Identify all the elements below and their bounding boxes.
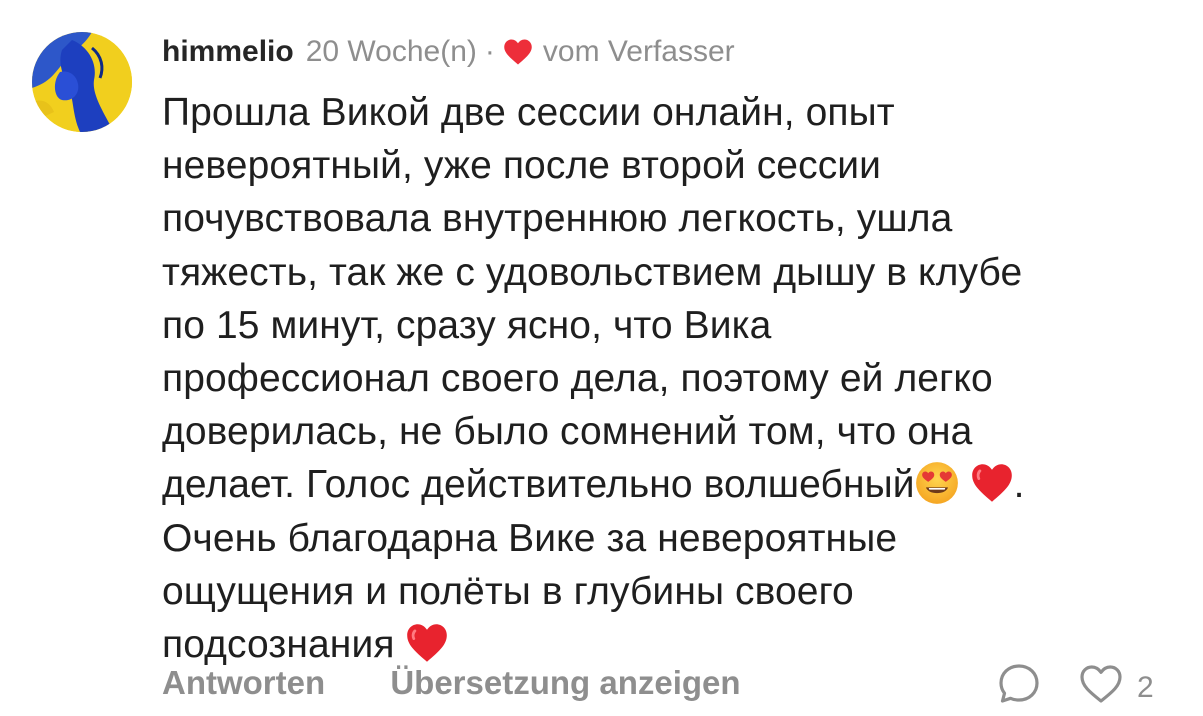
show-translation-button[interactable]: Übersetzung anzeigen [390,664,740,701]
liked-by-author-heart-icon [504,39,532,65]
avatar-image [32,32,132,132]
username[interactable]: himmelio [162,28,294,76]
timestamp: 20 Woche(n) [305,35,477,68]
comment-actions: Antworten Übersetzung anzeigen [162,664,797,702]
like-heart-icon[interactable] [1077,660,1125,708]
comment-bubble-icon[interactable] [995,660,1043,708]
reply-button[interactable]: Antworten [162,664,325,701]
heart-eyes-emoji-icon [915,462,958,505]
comment-content: himmelio 20 Woche(n) · vom Verfasser Про… [162,28,1192,671]
comment-meta: himmelio 20 Woche(n) · vom Verfasser [162,28,1192,76]
comment-text-part1: Прошла Викой две сессии онлайн, опыт нев… [162,91,1023,507]
comment-text: Прошла Викой две сессии онлайн, опыт нев… [162,86,1192,671]
red-heart-emoji-icon [407,624,448,662]
by-author-label: vom Verfasser [542,35,735,68]
separator: · [484,35,495,68]
comment: himmelio 20 Woche(n) · vom Verfasser Про… [0,0,1203,704]
avatar[interactable] [32,32,132,132]
like-count: 2 [1137,671,1154,704]
comment-icons: 2 [995,660,1154,716]
red-heart-emoji-icon [971,464,1012,503]
